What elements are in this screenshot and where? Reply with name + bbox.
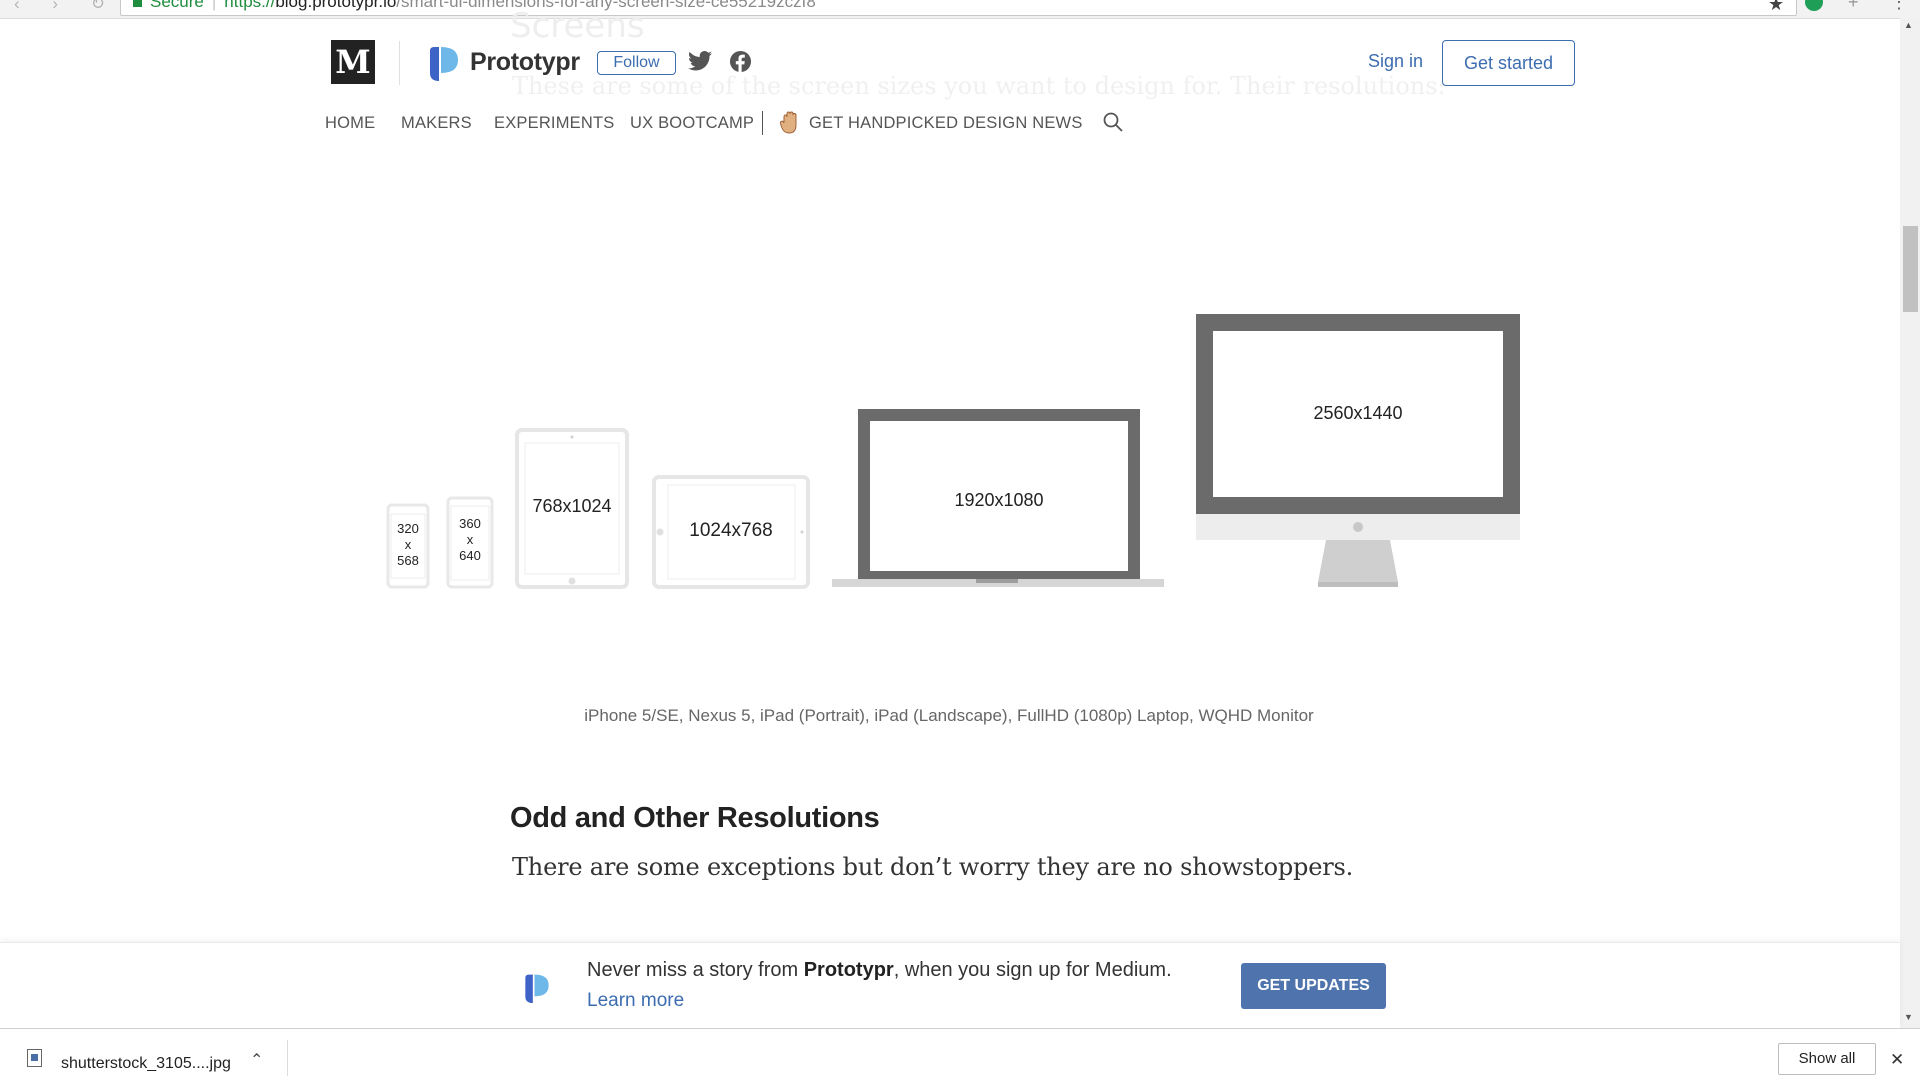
scrollbar-thumb[interactable] <box>1903 226 1918 312</box>
banner-message: Never miss a story from Prototypr, when … <box>587 959 1172 982</box>
banner-prototypr-logo-icon <box>525 974 549 1003</box>
phone-small-height: 568 <box>397 553 419 568</box>
nav-item-home[interactable]: HOME <box>325 114 375 133</box>
section-paragraph: There are some exceptions but don’t worr… <box>512 853 1354 881</box>
nav-divider <box>762 111 763 135</box>
banner-text-before: Never miss a story from <box>587 959 804 981</box>
browser-nav-buttons[interactable]: ‹ › ↻ <box>14 0 119 14</box>
section-heading: Odd and Other Resolutions <box>510 802 880 834</box>
download-file-name[interactable]: shutterstock_3105....jpg <box>61 1055 231 1073</box>
monitor-device <box>1196 314 1520 587</box>
publication-name[interactable]: Prototypr <box>470 48 580 77</box>
nav-item-ux-bootcamp[interactable]: UX BOOTCAMP <box>630 114 754 133</box>
scroll-down-arrow-icon[interactable]: ▼ <box>1904 1012 1913 1022</box>
image-caption: iPhone 5/SE, Nexus 5, iPad (Portrait), i… <box>584 706 1314 725</box>
medium-logo[interactable]: M <box>331 40 375 84</box>
faded-section-text: These are some of the screen sizes you w… <box>512 72 1446 100</box>
new-tab-icon[interactable]: + <box>1848 0 1859 13</box>
learn-more-link[interactable]: Learn more <box>587 990 684 1012</box>
facebook-icon[interactable] <box>729 50 752 73</box>
phone-small-resolution: 320 x 568 <box>388 521 428 569</box>
banner-text-after: , when you sign up for Medium. <box>893 959 1172 981</box>
banner-publication: Prototypr <box>803 959 894 981</box>
address-separator: | <box>211 0 217 11</box>
search-icon[interactable] <box>1103 112 1123 132</box>
prototypr-logo-icon[interactable] <box>426 43 462 83</box>
phone-small-width: 320 <box>397 521 419 536</box>
laptop-resolution: 1920x1080 <box>954 490 1044 510</box>
url-scheme: https:// <box>224 0 276 11</box>
get-started-button[interactable]: Get started <box>1442 40 1575 86</box>
phone-medium-x: x <box>466 532 474 547</box>
phone-medium-height: 640 <box>459 548 481 563</box>
waving-hand-icon <box>780 111 797 134</box>
screen-sizes-illustration <box>386 314 1520 589</box>
tablet-landscape-resolution: 1024x768 <box>689 520 773 541</box>
phone-small-x: x <box>404 537 412 552</box>
faded-section-heading: Screens <box>510 6 645 46</box>
show-all-button[interactable]: Show all <box>1778 1043 1876 1075</box>
tablet-portrait-resolution: 768x1024 <box>532 496 612 516</box>
shelf-divider <box>287 1040 288 1076</box>
lock-icon <box>133 0 142 7</box>
twitter-icon[interactable] <box>688 50 712 72</box>
browser-toolbar: ‹ › ↻ Secure | https://blog.prototypr.io/s… <box>0 0 1920 19</box>
follow-button[interactable]: Follow <box>597 51 676 75</box>
download-shelf <box>0 1028 1920 1081</box>
sign-in-link[interactable]: Sign in <box>1368 51 1423 72</box>
get-updates-button[interactable]: GET UPDATES <box>1241 963 1386 1009</box>
phone-medium-resolution: 360 x 640 <box>448 516 492 564</box>
page-scrollbar[interactable] <box>1900 18 1920 1028</box>
chevron-up-icon[interactable]: ⌃ <box>250 1050 263 1070</box>
header-divider <box>399 41 400 85</box>
address-bar[interactable]: Secure | https://blog.prototypr.io/smart-u… <box>120 0 1797 16</box>
signup-banner <box>0 942 1900 1029</box>
nav-item-makers[interactable]: MAKERS <box>401 114 472 133</box>
url-host: blog.prototypr.io <box>275 0 397 11</box>
extension-icon[interactable] <box>1805 0 1823 11</box>
phone-medium-width: 360 <box>459 516 481 531</box>
monitor-resolution: 2560x1440 <box>1313 403 1403 423</box>
secure-label: Secure <box>150 0 204 11</box>
close-icon[interactable]: ✕ <box>1890 1050 1904 1070</box>
scroll-up-arrow-icon[interactable]: ▲ <box>1904 20 1913 30</box>
browser-menu-icon[interactable]: ⋮ <box>1890 0 1908 13</box>
bookmark-star-icon[interactable]: ★ <box>1768 0 1784 15</box>
nav-item-experiments[interactable]: EXPERIMENTS <box>494 114 614 133</box>
nav-item-design-news[interactable]: GET HANDPICKED DESIGN NEWS <box>809 114 1083 133</box>
image-file-icon[interactable] <box>27 1049 42 1067</box>
